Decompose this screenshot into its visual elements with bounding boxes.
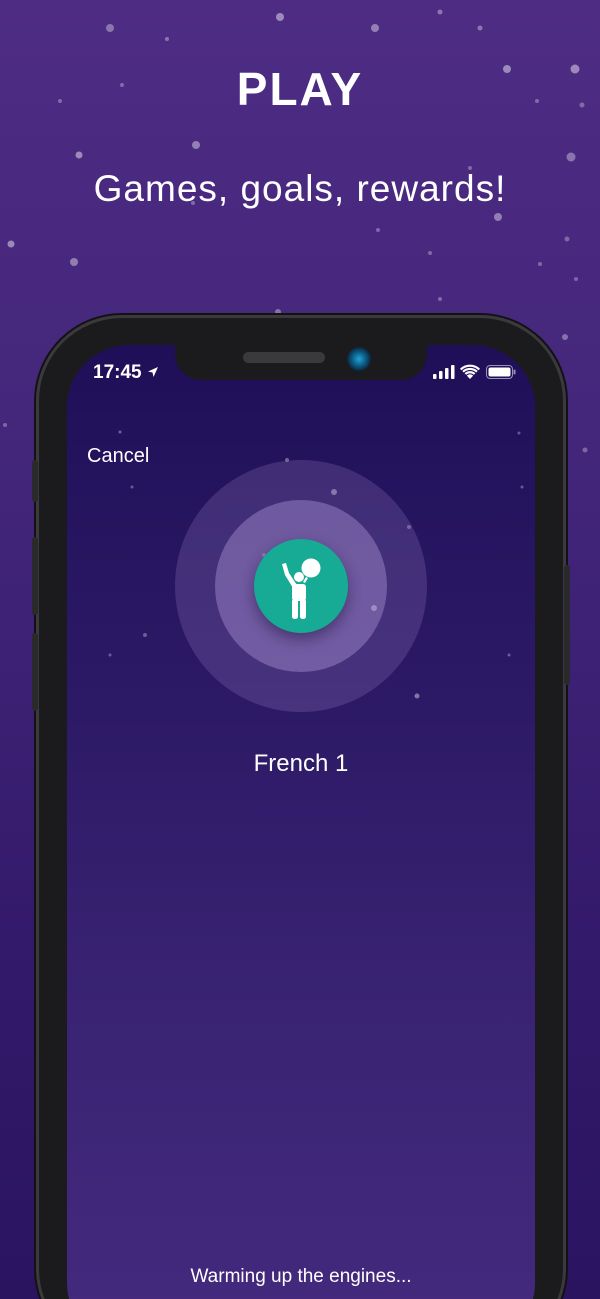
phone-notch [175,345,427,380]
page-subtitle: Games, goals, rewards! [93,168,507,209]
phone-volume-up [32,537,38,615]
battery-icon [486,365,516,379]
status-time: 17:45 [93,362,142,383]
course-avatar [254,539,348,633]
page-title: PLAY [236,63,364,115]
loading-status-text: Warming up the engines... [190,1266,412,1287]
course-name: French 1 [253,750,349,777]
phone-volume-down [32,633,38,711]
wifi-icon [460,364,480,379]
phone-silent-switch [32,460,38,502]
earpiece-speaker [243,352,325,363]
person-waving-icon [282,558,321,619]
signal-icon [433,365,455,379]
location-arrow-icon [148,367,158,377]
phone-screen: 17:45 Cancel French 1 Warming up the eng… [67,345,535,1299]
cancel-button[interactable]: Cancel [87,445,149,468]
phone-power-button [564,565,570,685]
front-camera [347,347,371,371]
